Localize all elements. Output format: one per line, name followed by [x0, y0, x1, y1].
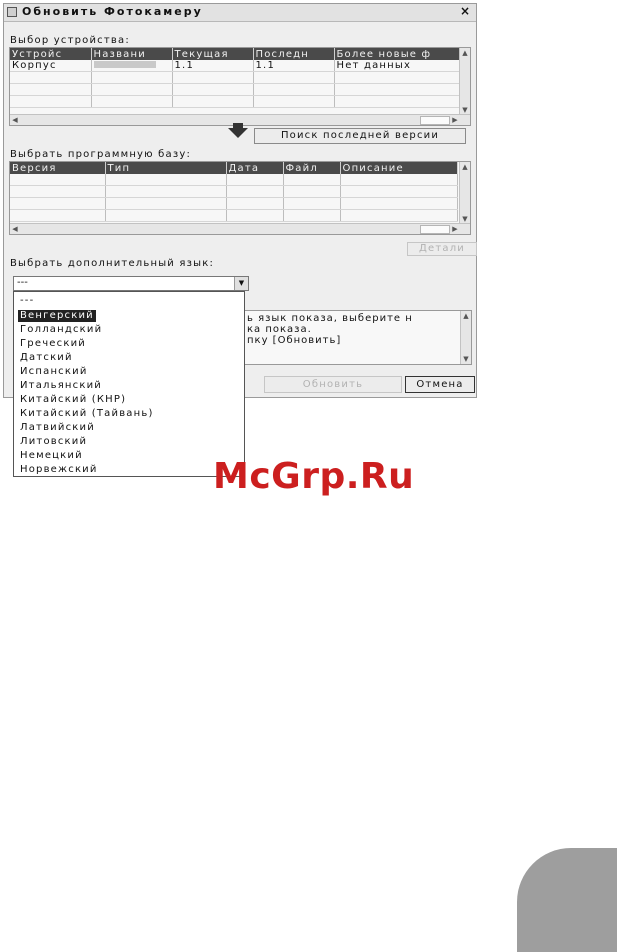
- window-title: Обновить Фотокамеру: [22, 5, 203, 18]
- language-option[interactable]: Голландский: [18, 324, 104, 336]
- table-row[interactable]: [10, 95, 463, 108]
- scroll-up-icon[interactable]: ▲: [460, 162, 470, 172]
- column-header[interactable]: Версия: [10, 162, 106, 174]
- language-option[interactable]: Китайский (КНР): [18, 394, 128, 406]
- details-button[interactable]: Детали: [407, 242, 477, 256]
- vertical-scrollbar[interactable]: ▲ ▼: [460, 311, 471, 364]
- language-option[interactable]: Китайский (Тайвань): [18, 408, 156, 420]
- chevron-down-icon[interactable]: ▼: [234, 277, 248, 290]
- language-option[interactable]: Испанский: [18, 366, 90, 378]
- device-cell: Корпус: [10, 60, 92, 72]
- language-option[interactable]: ---: [18, 295, 36, 307]
- cancel-button[interactable]: Отмена: [405, 376, 475, 393]
- firmware-table-header: Версия Тип Дата Файл Описание: [10, 162, 458, 174]
- column-header[interactable]: Устройс: [10, 48, 92, 60]
- close-button[interactable]: ×: [458, 4, 472, 18]
- info-line: ка показа.: [247, 324, 312, 335]
- column-header[interactable]: Более новые ф: [334, 48, 463, 60]
- column-header[interactable]: Описание: [340, 162, 458, 174]
- title-bar[interactable]: Обновить Фотокамеру ×: [4, 4, 476, 22]
- scroll-right-icon[interactable]: ▶: [450, 224, 460, 234]
- column-header[interactable]: Текущая: [172, 48, 254, 60]
- scroll-thumb[interactable]: [420, 225, 450, 234]
- table-row[interactable]: [10, 209, 458, 222]
- app-icon: [7, 7, 17, 17]
- table-row[interactable]: [10, 197, 458, 210]
- scroll-up-icon[interactable]: ▲: [461, 311, 471, 321]
- scroll-up-icon[interactable]: ▲: [460, 48, 470, 58]
- device-table[interactable]: Устройс Названи Текущая Последн Более но…: [9, 47, 471, 126]
- vertical-scrollbar[interactable]: ▲ ▼: [459, 48, 470, 115]
- device-table-header: Устройс Названи Текущая Последн Более но…: [10, 48, 463, 60]
- table-row[interactable]: [10, 174, 458, 186]
- device-section-label: Выбор устройства:: [10, 35, 130, 46]
- current-version-cell: 1.1: [172, 60, 254, 72]
- language-select[interactable]: --- ▼: [13, 276, 249, 291]
- language-option[interactable]: Литовский: [18, 436, 89, 448]
- page-tab-marker: [517, 848, 617, 952]
- language-option[interactable]: Датский: [18, 352, 75, 364]
- language-option[interactable]: Латвийский: [18, 422, 97, 434]
- column-header[interactable]: Файл: [283, 162, 341, 174]
- scroll-thumb[interactable]: [420, 116, 450, 125]
- language-option[interactable]: Норвежский: [18, 464, 100, 476]
- scroll-left-icon[interactable]: ◀: [10, 224, 20, 234]
- column-header[interactable]: Названи: [91, 48, 173, 60]
- scroll-left-icon[interactable]: ◀: [10, 115, 20, 125]
- column-header[interactable]: Дата: [226, 162, 284, 174]
- down-arrow-icon-head: [228, 128, 248, 138]
- table-row[interactable]: [10, 83, 463, 96]
- table-row[interactable]: [10, 71, 463, 84]
- language-option[interactable]: Итальянский: [18, 380, 104, 392]
- language-option-selected[interactable]: Венгерский: [18, 310, 96, 322]
- update-camera-dialog: Обновить Фотокамеру × Выбор устройства: …: [3, 3, 477, 477]
- table-row[interactable]: Корпус 1.1 1.1 Нет данных: [10, 60, 463, 72]
- newer-firmware-cell: Нет данных: [334, 60, 463, 72]
- device-name-cell: [91, 60, 173, 72]
- firmware-section-label: Выбрать программную базу:: [10, 149, 192, 160]
- table-row[interactable]: [10, 185, 458, 198]
- vertical-scrollbar[interactable]: ▲ ▼: [459, 162, 470, 224]
- language-option[interactable]: Немецкий: [18, 450, 85, 462]
- language-section-label: Выбрать дополнительный язык:: [10, 258, 215, 269]
- info-line: пку [Обновить]: [247, 335, 342, 346]
- firmware-table[interactable]: Версия Тип Дата Файл Описание ▲ ▼ ◀ ▶: [9, 161, 471, 235]
- scroll-right-icon[interactable]: ▶: [450, 115, 460, 125]
- watermark-logo: McGrp.Ru: [213, 456, 415, 497]
- horizontal-scrollbar[interactable]: ◀ ▶: [10, 223, 470, 234]
- scroll-down-icon[interactable]: ▼: [461, 354, 471, 364]
- update-button[interactable]: Обновить: [264, 376, 402, 393]
- language-select-value: ---: [17, 277, 28, 288]
- language-option[interactable]: Греческий: [18, 338, 88, 350]
- search-latest-button[interactable]: Поиск последней версии: [254, 128, 466, 144]
- info-text-area: ь язык показа, выберите н ка показа. пку…: [236, 310, 472, 365]
- column-header[interactable]: Последн: [253, 48, 335, 60]
- column-header[interactable]: Тип: [105, 162, 227, 174]
- info-line: ь язык показа, выберите н: [247, 313, 413, 324]
- latest-version-cell: 1.1: [253, 60, 335, 72]
- language-dropdown-list[interactable]: --- Венгерский Голландский Греческий Дат…: [13, 291, 245, 477]
